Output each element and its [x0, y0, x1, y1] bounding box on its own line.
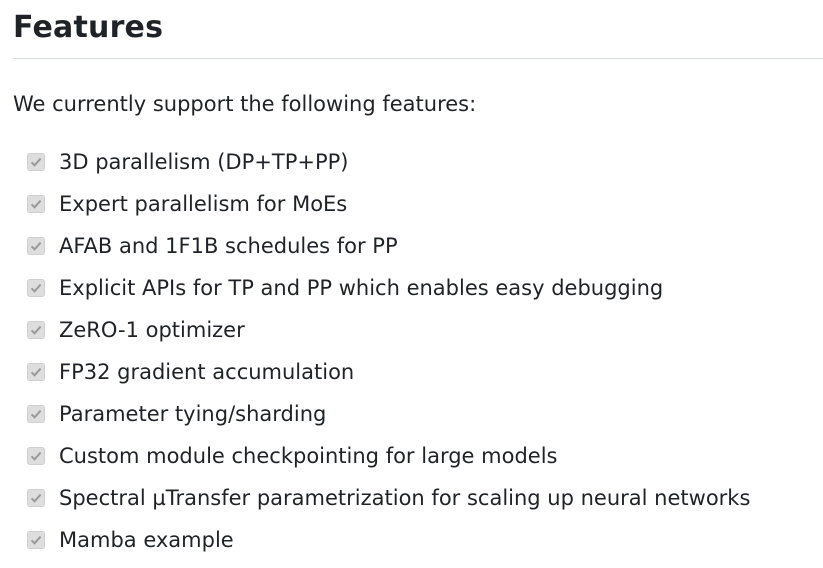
feature-label: 3D parallelism (DP+TP+PP) [59, 150, 349, 174]
document-page: Features We currently support the follow… [0, 0, 823, 568]
checkbox-checked-icon [27, 447, 45, 465]
feature-label: Spectral µTransfer parametrization for s… [59, 486, 751, 510]
feature-label: AFAB and 1F1B schedules for PP [59, 234, 398, 258]
checkbox-checked-icon [27, 405, 45, 423]
feature-label: ZeRO-1 optimizer [59, 318, 245, 342]
feature-label: Parameter tying/sharding [59, 402, 327, 426]
feature-label: Explicit APIs for TP and PP which enable… [59, 276, 664, 300]
feature-label: Mamba example [59, 528, 234, 552]
section-heading: Features [13, 10, 164, 45]
checkbox-checked-icon [27, 237, 45, 255]
checkbox-checked-icon [27, 279, 45, 297]
feature-label: FP32 gradient accumulation [59, 360, 355, 384]
checkbox-checked-icon [27, 321, 45, 339]
heading-divider [13, 58, 823, 59]
checkbox-checked-icon [27, 489, 45, 507]
feature-label: Expert parallelism for MoEs [59, 192, 348, 216]
checkbox-checked-icon [27, 195, 45, 213]
checkbox-checked-icon [27, 153, 45, 171]
intro-paragraph: We currently support the following featu… [13, 92, 477, 116]
checkbox-checked-icon [27, 531, 45, 549]
checkbox-checked-icon [27, 363, 45, 381]
feature-label: Custom module checkpointing for large mo… [59, 444, 558, 468]
